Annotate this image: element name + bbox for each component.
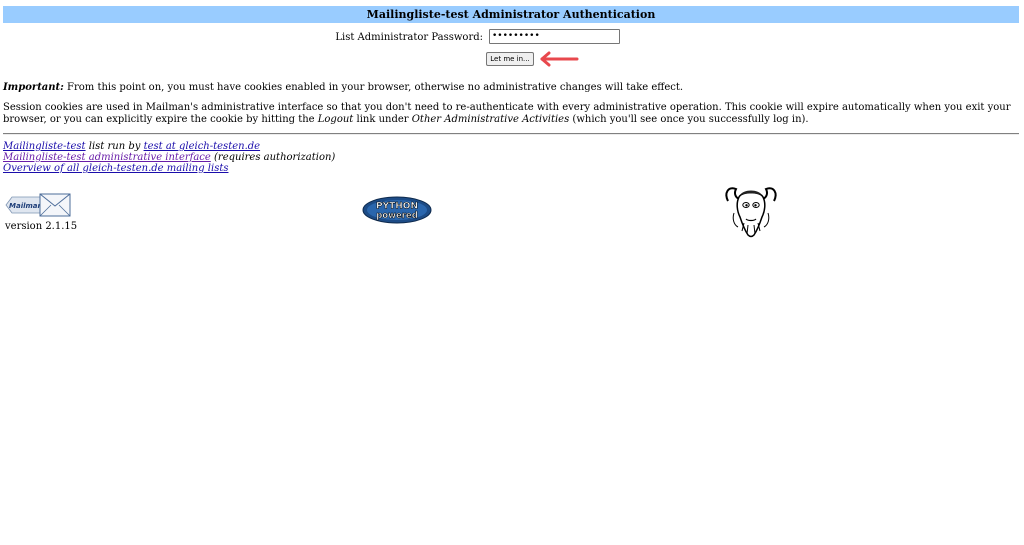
cookie-notice: Important: From this point on, you must … <box>3 82 683 93</box>
footer-line-2: Mailingliste-test administrative interfa… <box>3 152 335 163</box>
logout-term: Logout <box>317 114 354 125</box>
password-field-value: ••••••••• <box>492 31 540 41</box>
python-powered-logo-icon[interactable]: PYTHON powered <box>362 196 432 224</box>
important-label: Important: <box>3 82 64 93</box>
session-text-3: (which you'll see once you successfully … <box>569 114 809 125</box>
list-run-by-text: list run by <box>85 141 144 152</box>
footer-line-3: Overview of all gleich-testen.de mailing… <box>3 163 335 174</box>
python-logo-line2: powered <box>376 211 418 221</box>
divider <box>3 133 1019 135</box>
python-logo-line1: PYTHON <box>376 202 418 212</box>
footer-links: Mailingliste-test list run by test at gl… <box>3 141 335 174</box>
owner-email-link[interactable]: test at gleich-testen.de <box>144 141 261 152</box>
password-label: List Administrator Password: <box>335 32 483 43</box>
password-field[interactable]: ••••••••• <box>489 29 620 44</box>
important-text: From this point on, you must have cookie… <box>63 82 684 93</box>
admin-note-text: (requires authorization) <box>210 152 336 163</box>
left-arrow-icon <box>540 51 579 67</box>
session-text-2: link under <box>353 114 412 125</box>
version-label: version 2.1.15 <box>5 221 78 232</box>
page: Mailingliste-test Administrator Authenti… <box>0 0 1024 545</box>
gnu-head-logo-icon[interactable] <box>722 183 780 239</box>
overview-lists-link[interactable]: Overview of all gleich-testen.de mailing… <box>3 163 228 174</box>
other-activities-term: Other Administrative Activities <box>411 114 570 125</box>
page-title: Mailingliste-test Administrator Authenti… <box>3 6 1019 23</box>
footer-line-1: Mailingliste-test list run by test at gl… <box>3 141 335 152</box>
mailman-logo-text: Mailman <box>9 202 43 210</box>
mailman-logo-icon[interactable]: Mailman <box>4 191 72 219</box>
admin-interface-link[interactable]: Mailingliste-test administrative interfa… <box>3 152 211 163</box>
login-button[interactable]: Let me in... <box>486 52 534 66</box>
page-title-text: Mailingliste-test Administrator Authenti… <box>366 8 656 21</box>
session-info: Session cookies are used in Mailman's ad… <box>3 102 1019 126</box>
list-info-link[interactable]: Mailingliste-test <box>3 141 86 152</box>
